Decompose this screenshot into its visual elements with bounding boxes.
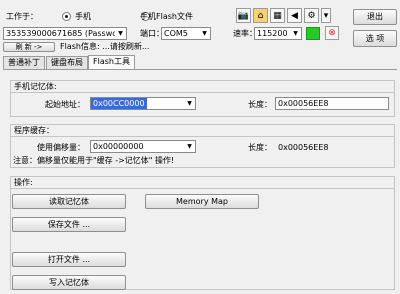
write-memory-button[interactable]: 写入记忆体 — [12, 275, 126, 290]
chevron-down-icon: ▼ — [293, 30, 298, 37]
buffer-length-value: 0x00056EE8 — [278, 143, 329, 152]
settings-icon[interactable]: ⚙ — [304, 8, 319, 23]
refresh-arrow-button[interactable]: 刷 新 -> — [3, 42, 55, 52]
options-button[interactable]: 选 项 — [353, 30, 397, 47]
chevron-down-icon: ▼ — [187, 100, 192, 107]
chevron-down-icon: ▼ — [202, 30, 207, 37]
tab-keyboard-layout[interactable]: 键盘布局 — [46, 56, 88, 69]
camera-icon[interactable]: 📷 — [236, 8, 251, 23]
work-mode-label: 工作于： — [6, 12, 38, 21]
chevron-down-icon: ▼ — [187, 143, 192, 150]
tab-normal-patch[interactable]: 普通补丁 — [3, 56, 45, 69]
memory-length-input[interactable]: 0x00056EE8 — [275, 97, 389, 110]
offset-value: 0x00000000 — [93, 142, 144, 151]
buffer-length-label: 长度： — [248, 143, 272, 152]
offset-note: 注意：偏移量仅能用于"缓存 ->记忆体" 操作! — [13, 156, 175, 165]
start-address-value: 0x00CC0000 — [91, 98, 147, 109]
start-address-label: 起始地址： — [45, 100, 85, 109]
status-indicator — [306, 27, 320, 40]
memory-map-button[interactable]: Memory Map — [145, 194, 259, 209]
operations-title: 操作: — [11, 177, 394, 189]
device-select[interactable]: 353539000671685 (Password b ▼ — [3, 27, 127, 40]
start-address-input[interactable]: 0x00CC0000 ▼ — [90, 97, 196, 110]
radio-phone-label: 手机 — [75, 12, 91, 21]
radio-flash-file-label: 手机Flash文件 — [140, 12, 193, 21]
program-buffer-title: 程序缓存： — [11, 125, 394, 137]
dropdown-icon[interactable]: ▾ — [321, 8, 331, 23]
baud-select[interactable]: 115200 ▼ — [254, 27, 302, 40]
radio-phone[interactable] — [62, 12, 71, 21]
memory-group-title: 手机记忆体: — [11, 81, 394, 93]
flash-info-text: Flash信息: ...请按刷新... — [60, 42, 150, 51]
save-file-button[interactable]: 保存文件 ... — [12, 217, 126, 232]
tab-flash-tool[interactable]: Flash工具 — [88, 55, 135, 69]
chevron-down-icon: ▼ — [118, 30, 123, 37]
port-select[interactable]: COM5 ▼ — [161, 27, 211, 40]
stop-icon[interactable]: ⊗ — [325, 26, 339, 40]
home-icon[interactable]: ⌂ — [253, 8, 268, 23]
read-memory-button[interactable]: 读取记忆体 — [12, 194, 126, 209]
device-select-value: 353539000671685 (Password b — [6, 29, 115, 38]
offset-label: 使用偏移量： — [37, 143, 85, 152]
baud-select-value: 115200 — [257, 29, 288, 38]
port-select-value: COM5 — [164, 29, 188, 38]
table-icon[interactable]: ▦ — [270, 8, 285, 23]
memory-length-value: 0x00056EE8 — [278, 99, 329, 108]
memory-length-label: 长度： — [248, 100, 272, 109]
open-file-button[interactable]: 打开文件 ... — [12, 252, 126, 267]
offset-input[interactable]: 0x00000000 ▼ — [90, 140, 196, 153]
speaker-icon[interactable]: ◀ — [287, 8, 302, 23]
exit-button[interactable]: 退出 — [353, 9, 397, 25]
